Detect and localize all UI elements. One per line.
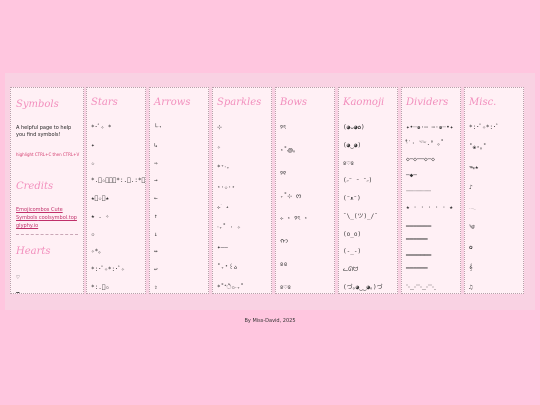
column-kaomoji: Kaomoji (◕ᴗ◕✿) (◕‿◕) ʚ♡ɞ (˶ᵔ ᵕ ᵔ˶) (ᵔᴥᵔ) ¯\_(ツ… bbox=[338, 87, 398, 294]
symbol-item[interactable]: ୨୧ bbox=[280, 170, 286, 177]
symbol-item[interactable]: (◕ᴗ◕✿) bbox=[343, 124, 365, 131]
column-title: Stars bbox=[91, 97, 118, 108]
symbol-item[interactable]: ↓ bbox=[154, 231, 158, 238]
symbol-item[interactable]: ✦—— bbox=[217, 244, 228, 251]
symbol-item[interactable]: *˚*ੈ✩‧₊˚ bbox=[217, 284, 244, 291]
symbol-item[interactable]: ୨ৎ bbox=[280, 124, 286, 131]
symbol-item[interactable]: ↩ bbox=[154, 266, 158, 273]
column-title: Dividers bbox=[406, 97, 449, 108]
sidebar-panel: Symbols A helpful page to help you find … bbox=[10, 87, 84, 294]
symbol-item[interactable]: ✦•┈๑⋅⋯ ⋯⋅๑┈•✦ bbox=[406, 124, 453, 131]
symbol-item[interactable]: ← bbox=[154, 195, 158, 202]
symbol-item[interactable]: (ᵔᴥᵔ) bbox=[343, 195, 361, 202]
symbol-item[interactable]: (-_-) bbox=[343, 248, 361, 255]
symbol-item[interactable]: ⊹ ⋆ ୨ৎ ⋆ bbox=[280, 215, 308, 222]
symbol-item[interactable]: ═══════ bbox=[406, 252, 431, 259]
symbol-item[interactable]: *⁺‧₊ bbox=[217, 164, 230, 171]
column-dividers: Dividers ✦•┈๑⋅⋯ ⋯⋅๑┈•✦ ‧̍̊˙· 𓆝.° ｡˚ ◇─◇──◇─… bbox=[401, 87, 461, 294]
footer-credit: By Miss-David, 2025 bbox=[244, 318, 296, 324]
symbol-item[interactable]: ─◆─ bbox=[406, 172, 417, 179]
symbol-item[interactable]: ᯓ★ bbox=[469, 164, 479, 171]
symbol-item[interactable]: └➝ bbox=[154, 124, 161, 131]
symbol-item[interactable]: → bbox=[154, 177, 158, 184]
symbol-item[interactable]: ↑ bbox=[154, 213, 158, 220]
heart-outline[interactable]: ♡ bbox=[16, 274, 20, 281]
symbol-item[interactable]: ‧₊˚ ⋅ ✧ bbox=[217, 224, 241, 231]
column-bows: Bows ୨ৎ ⋆˚꩜｡ ୨୧ ₊˚⊹ ᰔ ⊹ ⋆ ୨ৎ ⋆ ᡣ𐭩 ʚɞ ʚ♡ɞ bbox=[275, 87, 335, 294]
symbol-item[interactable]: ↔ bbox=[154, 248, 158, 255]
symbol-item[interactable]: ˚₊‧꒰ა bbox=[217, 264, 237, 271]
column-title: Sparkles bbox=[217, 97, 262, 108]
symbol-item[interactable]: ♪ bbox=[469, 184, 473, 191]
symbol-item[interactable]: ✩ bbox=[91, 231, 95, 238]
column-sparkles: Sparkles ⊹ ✧ *⁺‧₊ ⋆⋅☆⋅⋆ ⊹ ࣪ ˖ ‧₊˚ ⋅ ✧ ✦—— ˚₊‧꒰ა *… bbox=[212, 87, 272, 294]
symbol-item[interactable]: ↳ bbox=[154, 142, 158, 149]
symbol-item[interactable]: ┈┈┈┈┈┈┈ bbox=[406, 188, 431, 195]
symbol-item[interactable]: ‧̍̊˙· 𓆝.° ｡˚ bbox=[406, 140, 444, 147]
symbol-item[interactable]: ʚɞ bbox=[280, 261, 287, 268]
column-title: Bows bbox=[280, 97, 308, 108]
symbol-item[interactable]: (o_o) bbox=[343, 231, 361, 238]
symbol-item[interactable]: ʚ♡ɞ bbox=[280, 284, 291, 291]
symbol-item[interactable]: (˶ᵔ ᵕ ᵔ˶) bbox=[343, 177, 372, 184]
symbol-item[interactable]: ★ﾟ☆。★ bbox=[91, 195, 109, 202]
symbol-item[interactable]: *:･ﾟ✧*:･ﾟ bbox=[469, 124, 499, 131]
intro-text: A helpful page to help you find symbols! bbox=[16, 125, 72, 138]
column-title: Arrows bbox=[154, 97, 191, 108]
symbol-item[interactable]: 𓂃 bbox=[469, 204, 476, 211]
heart-filled[interactable]: ❤ bbox=[16, 290, 20, 293]
symbol-item[interactable]: ⇪ bbox=[154, 284, 158, 291]
symbol-item[interactable]: ༄ bbox=[469, 224, 475, 231]
symbol-item[interactable]: *:･ﾟ✧*:･ﾟ✧ bbox=[91, 266, 125, 273]
column-arrows: Arrows └➝ ↳ ⇒ → ← ↑ ↓ ↔ ↩ ⇪ bbox=[149, 87, 209, 294]
symbol-item[interactable]: ⋱⋰⋱⋰⋱ bbox=[406, 284, 436, 291]
symbol-item[interactable]: (づ｡◕‿‿◕｡)づ bbox=[343, 284, 383, 291]
symbol-item[interactable]: 𝄞 bbox=[469, 264, 473, 271]
symbol-item[interactable]: ★ · · · · · ★ bbox=[406, 204, 453, 211]
symbol-item[interactable]: (◕‿◕) bbox=[343, 142, 361, 149]
symbol-item[interactable]: ▔▔▔▔▔▔ bbox=[406, 268, 428, 275]
symbol-item[interactable]: ⋆˚꩜｡ bbox=[280, 147, 296, 154]
symbol-item[interactable]: ¯\_(ツ)_/¯ bbox=[343, 213, 378, 220]
symbol-item[interactable]: *:.ﾟ✩ bbox=[91, 284, 109, 291]
credit-link-emojicombos[interactable]: Emojicombos bbox=[16, 207, 49, 213]
symbol-item[interactable]: ⊹ bbox=[217, 124, 222, 131]
symbol-item[interactable]: ✧*。 bbox=[91, 248, 104, 255]
symbol-item[interactable]: ⇒ bbox=[154, 160, 158, 167]
credit-link-coolsymbol[interactable]: coolsymbol.top bbox=[39, 215, 77, 221]
column-title: Kaomoji bbox=[343, 97, 385, 108]
symbol-item[interactable]: ✿ bbox=[469, 244, 473, 251]
symbol-item[interactable]: ₊˚⊹ ᰔ bbox=[280, 193, 301, 200]
symbol-item[interactable]: ☆ bbox=[91, 160, 95, 167]
symbol-item[interactable]: ━━━━━━ bbox=[406, 236, 428, 243]
symbol-item[interactable]: ▁▁▁▁▁▁▁ bbox=[406, 220, 431, 227]
symbol-item[interactable]: *.ﾟ☆゜ﾟ･*:.｡.:*･ﾟ bbox=[91, 177, 145, 184]
sidebar-divider bbox=[16, 234, 78, 235]
symbol-item[interactable]: ˚❀⋆｡˚ bbox=[469, 144, 486, 151]
symbol-item[interactable]: ᡣ𐭩 bbox=[280, 238, 288, 245]
symbols-board: Symbols A helpful page to help you find … bbox=[5, 73, 535, 310]
symbol-item[interactable]: ⊹ ࣪ ˖ bbox=[217, 204, 229, 211]
symbol-item[interactable]: ᓚᘏᗢ bbox=[343, 266, 358, 273]
column-misc: Misc. *:･ﾟ✧*:･ﾟ ˚❀⋆｡˚ ᯓ★ ♪ 𓂃 ༄ ✿ 𝄞 ♫ bbox=[464, 87, 524, 294]
credits-title: Credits bbox=[16, 181, 54, 192]
column-stars: Stars *･ﾟ✧ * ✦ ☆ *.ﾟ☆゜ﾟ･*:.｡.:*･ﾟ ★ﾟ☆。★ ★ . ✧ ✩… bbox=[86, 87, 146, 294]
symbol-item[interactable]: ✦ bbox=[91, 142, 95, 149]
hearts-title: Hearts bbox=[16, 246, 51, 257]
column-title: Misc. bbox=[469, 97, 497, 108]
symbol-item[interactable]: ★ . ✧ bbox=[91, 213, 109, 220]
symbol-item[interactable]: ◇─◇──◇─◇ bbox=[406, 156, 435, 163]
credit-link-glyphy[interactable]: glyphy.io bbox=[16, 223, 38, 229]
credits-links[interactable]: Emojicombos Cute Symbols coolsymbol.top … bbox=[16, 206, 82, 230]
symbol-item[interactable]: *･ﾟ✧ * bbox=[91, 124, 111, 131]
symbols-title: Symbols bbox=[16, 99, 59, 110]
symbol-item[interactable]: ✧ bbox=[217, 144, 221, 151]
symbol-item[interactable]: ⋆⋅☆⋅⋆ bbox=[217, 184, 235, 191]
symbol-item[interactable]: ʚ♡ɞ bbox=[343, 160, 354, 167]
copy-paste-note: highlight CTRL+C then CTRL+V bbox=[16, 152, 80, 157]
symbol-item[interactable]: ♫ bbox=[469, 284, 473, 291]
